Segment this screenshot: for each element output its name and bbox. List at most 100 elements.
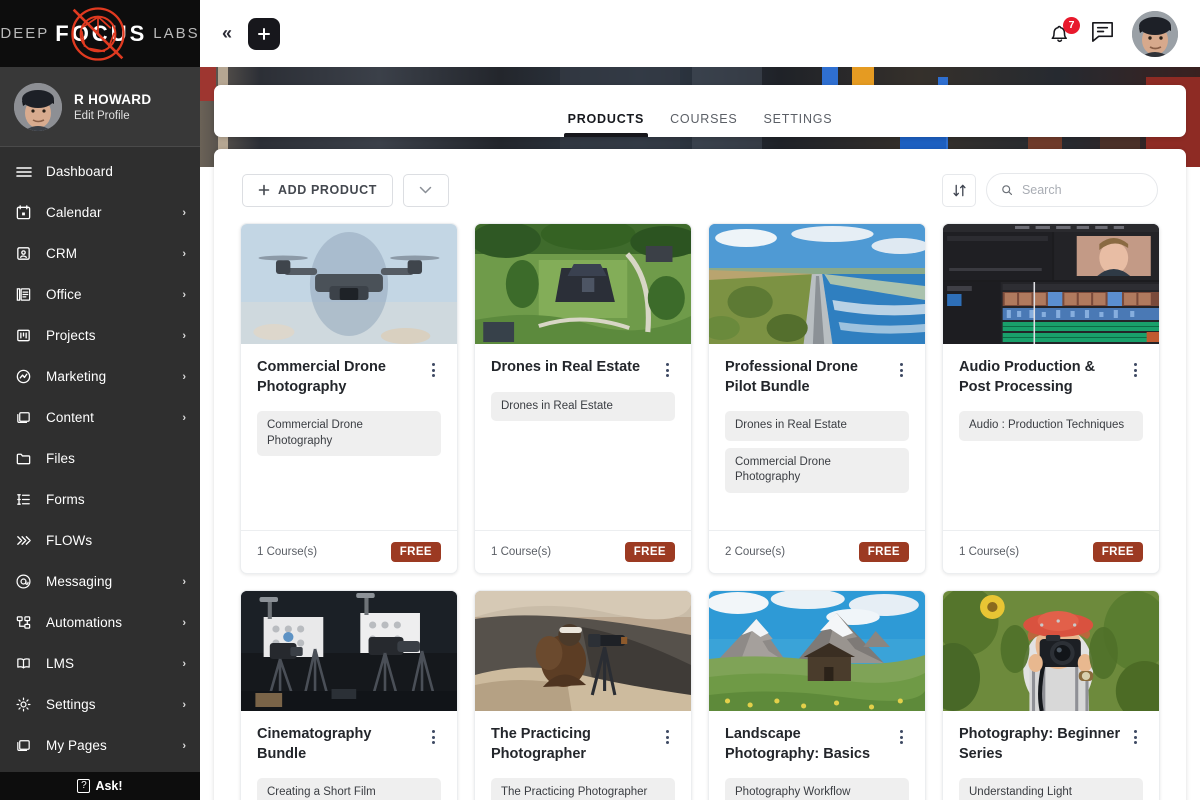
sidebar: DEEP FOCUS LABS bbox=[0, 0, 200, 800]
sidebar-item-messaging[interactable]: Messaging › bbox=[0, 561, 200, 602]
product-menu-button[interactable] bbox=[1127, 358, 1143, 377]
sidebar-item-lms[interactable]: LMS › bbox=[0, 643, 200, 684]
product-menu-button[interactable] bbox=[425, 725, 441, 744]
course-tag: The Practicing Photographer bbox=[491, 778, 675, 800]
product-title: Audio Production & Post Processing bbox=[959, 358, 1121, 397]
product-card[interactable]: The Practicing Photographer The Practici… bbox=[474, 590, 692, 800]
sidebar-item-forms[interactable]: Forms bbox=[0, 479, 200, 520]
course-tag: Commercial Drone Photography bbox=[257, 411, 441, 456]
sidebar-label: Dashboard bbox=[46, 164, 173, 179]
sidebar-item-office[interactable]: Office › bbox=[0, 274, 200, 315]
sidebar-item-my-pages[interactable]: My Pages › bbox=[0, 725, 200, 766]
product-menu-button[interactable] bbox=[893, 725, 909, 744]
marketing-icon bbox=[14, 367, 33, 386]
search-icon bbox=[1001, 183, 1013, 197]
product-thumbnail bbox=[709, 591, 925, 711]
product-card[interactable]: Drones in Real Estate Drones in Real Est… bbox=[474, 223, 692, 574]
product-tags: Audio : Production Techniques bbox=[959, 411, 1143, 441]
double-chevron-left-icon[interactable]: « bbox=[216, 21, 236, 46]
automations-icon bbox=[14, 613, 33, 632]
product-tags: The Practicing Photographer bbox=[491, 778, 675, 800]
course-tag: Photography Workflow bbox=[725, 778, 909, 800]
chevron-right-icon: › bbox=[182, 248, 186, 260]
sidebar-item-marketing[interactable]: Marketing › bbox=[0, 356, 200, 397]
sidebar-item-content[interactable]: Content › bbox=[0, 397, 200, 438]
edit-profile-link[interactable]: Edit Profile bbox=[74, 110, 151, 122]
main-area: « 7 bbox=[200, 0, 1200, 800]
sidebar-item-flows[interactable]: FLOWs bbox=[0, 520, 200, 561]
product-body: Drones in Real Estate Drones in Real Est… bbox=[475, 344, 691, 530]
search-box[interactable] bbox=[986, 173, 1158, 207]
product-tags: Drones in Real Estate bbox=[491, 392, 675, 422]
sidebar-item-projects[interactable]: Projects › bbox=[0, 315, 200, 356]
course-tag: Creating a Short Film bbox=[257, 778, 441, 800]
product-tags: Creating a Short Film bbox=[257, 778, 441, 800]
product-menu-button[interactable] bbox=[659, 358, 675, 377]
sidebar-label: Marketing bbox=[46, 369, 169, 384]
mountain-cabin-landscape-image bbox=[709, 591, 925, 711]
product-card[interactable]: Cinematography Bundle Creating a Short F… bbox=[240, 590, 458, 800]
folder-icon bbox=[14, 449, 33, 468]
gear-icon bbox=[14, 695, 33, 714]
messages-button[interactable] bbox=[1089, 18, 1116, 50]
product-card[interactable]: Photography: Beginner Series Understandi… bbox=[942, 590, 1160, 800]
product-title: Commercial Drone Photography bbox=[257, 358, 419, 397]
office-icon bbox=[14, 285, 33, 304]
add-product-dropdown-button[interactable] bbox=[403, 174, 449, 207]
product-card[interactable]: Audio Production & Post Processing Audio… bbox=[942, 223, 1160, 574]
product-footer: 1 Course(s) FREE bbox=[241, 530, 457, 573]
course-count: 1 Course(s) bbox=[491, 546, 551, 558]
product-title: Cinematography Bundle bbox=[257, 725, 419, 764]
chevron-right-icon: › bbox=[182, 576, 186, 588]
chevron-down-icon bbox=[419, 186, 432, 194]
product-thumbnail bbox=[943, 591, 1159, 711]
product-card[interactable]: Commercial Drone Photography Commercial … bbox=[240, 223, 458, 574]
course-tag: Drones in Real Estate bbox=[725, 411, 909, 441]
tab-products[interactable]: PRODUCTS bbox=[568, 112, 645, 137]
sidebar-item-automations[interactable]: Automations › bbox=[0, 602, 200, 643]
brand-labs: LABS bbox=[153, 25, 199, 42]
ask-button[interactable]: ? Ask! bbox=[0, 772, 200, 800]
tab-settings[interactable]: SETTINGS bbox=[764, 112, 833, 137]
product-tags: Drones in Real Estate Commercial Drone P… bbox=[725, 411, 909, 493]
sidebar-nav: Dashboard Calendar › bbox=[0, 147, 200, 772]
app-root: DEEP FOCUS LABS bbox=[0, 0, 1200, 800]
ask-label: Ask! bbox=[95, 779, 122, 793]
course-count: 2 Course(s) bbox=[725, 546, 785, 558]
sidebar-label: Content bbox=[46, 410, 169, 425]
sidebar-profile[interactable]: R HOWARD Edit Profile bbox=[0, 67, 200, 147]
menu-icon bbox=[14, 162, 33, 181]
video-editing-timeline-image bbox=[943, 224, 1159, 344]
product-menu-button[interactable] bbox=[893, 358, 909, 377]
sidebar-item-settings[interactable]: Settings › bbox=[0, 684, 200, 725]
product-card[interactable]: Landscape Photography: Basics Photograph… bbox=[708, 590, 926, 800]
product-tags: Photography Workflow bbox=[725, 778, 909, 800]
user-avatar[interactable] bbox=[1132, 11, 1178, 57]
sidebar-item-crm[interactable]: CRM › bbox=[0, 233, 200, 274]
chevron-right-icon: › bbox=[182, 617, 186, 629]
content-icon bbox=[14, 408, 33, 427]
sidebar-item-dashboard[interactable]: Dashboard bbox=[0, 151, 200, 192]
pages-icon bbox=[14, 736, 33, 755]
add-product-button[interactable]: ADD PRODUCT bbox=[242, 174, 393, 207]
sort-button[interactable] bbox=[942, 174, 976, 207]
product-menu-button[interactable] bbox=[659, 725, 675, 744]
add-product-label: ADD PRODUCT bbox=[278, 183, 377, 197]
sidebar-label: Settings bbox=[46, 697, 169, 712]
sidebar-label: Calendar bbox=[46, 205, 169, 220]
sidebar-item-calendar[interactable]: Calendar › bbox=[0, 192, 200, 233]
product-card[interactable]: Professional Drone Pilot Bundle Drones i… bbox=[708, 223, 926, 574]
add-button[interactable] bbox=[248, 18, 280, 50]
product-menu-button[interactable] bbox=[425, 358, 441, 377]
projects-icon bbox=[14, 326, 33, 345]
contact-card-icon bbox=[14, 244, 33, 263]
tab-courses[interactable]: COURSES bbox=[670, 112, 737, 137]
brand-logo[interactable]: DEEP FOCUS LABS bbox=[0, 0, 200, 67]
search-input[interactable] bbox=[1022, 183, 1143, 197]
product-menu-button[interactable] bbox=[1127, 725, 1143, 744]
sidebar-label: Messaging bbox=[46, 574, 169, 589]
notifications-button[interactable]: 7 bbox=[1047, 20, 1073, 48]
price-badge: FREE bbox=[1093, 542, 1143, 562]
aerial-estate-image bbox=[475, 224, 691, 344]
sidebar-item-files[interactable]: Files bbox=[0, 438, 200, 479]
